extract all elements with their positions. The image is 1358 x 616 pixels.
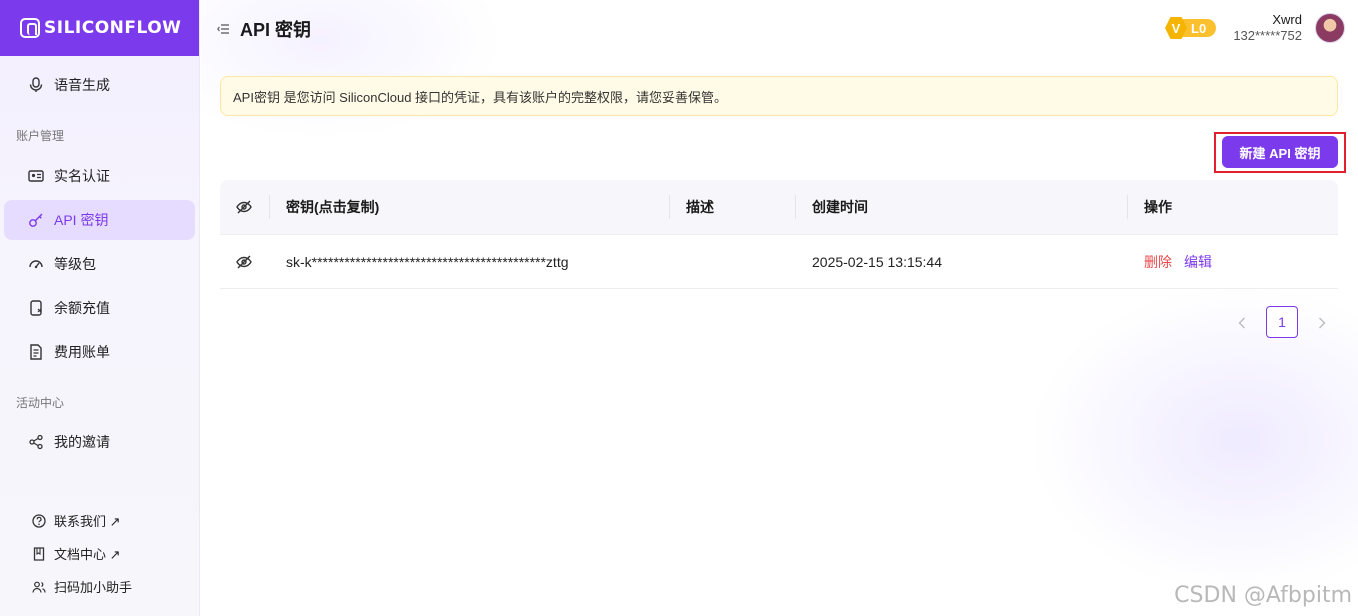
avatar[interactable]: [1315, 13, 1345, 43]
microphone-icon: [28, 77, 44, 93]
pagination-prev-icon[interactable]: [1235, 316, 1249, 330]
edit-key-button[interactable]: 编辑: [1184, 252, 1212, 272]
footer-item-label: 联系我们 ↗: [54, 514, 121, 529]
table-header: 密钥(点击复制) 描述 创建时间 操作: [220, 180, 1338, 234]
column-divider: [795, 195, 796, 219]
level-badge[interactable]: V L0: [1165, 17, 1221, 39]
column-header-key: 密钥(点击复制): [286, 199, 380, 215]
brand-name: SILICONFLOW: [44, 18, 182, 38]
user-name: Xwrd: [1272, 12, 1302, 27]
sidebar-item-recharge[interactable]: 余额充值: [4, 288, 195, 328]
column-header-created: 创建时间: [812, 199, 868, 215]
row-actions: 删除 编辑: [1144, 235, 1212, 288]
footer-item-label: 扫码加小助手: [54, 580, 133, 595]
column-divider: [1127, 195, 1128, 219]
user-phone: 132*****752: [1233, 28, 1302, 43]
api-keys-table: 密钥(点击复制) 描述 创建时间 操作 sk-k****************…: [220, 180, 1338, 289]
sidebar-item-verification[interactable]: 实名认证: [4, 156, 195, 196]
sidebar-item-api-keys[interactable]: API 密钥: [4, 200, 195, 240]
column-divider: [269, 195, 270, 219]
top-bar: API 密钥 V L0 Xwrd 132*****752: [201, 0, 1358, 56]
section-account: 账户管理: [16, 129, 65, 143]
sidebar-item-label: 语音生成: [54, 77, 110, 93]
alert-text: API密钥 是您访问 SiliconCloud 接口的凭证，具有该账户的完整权限…: [233, 89, 728, 105]
key-created-time: 2025-02-15 13:15:44: [812, 253, 942, 270]
help-icon: [32, 513, 46, 528]
sidebar-item-label: 实名认证: [54, 168, 110, 184]
users-icon: [32, 580, 46, 594]
docs-center-link[interactable]: 文档中心 ↗: [32, 544, 121, 563]
sidebar-item-voice[interactable]: 语音生成: [4, 65, 195, 105]
recharge-icon: [28, 300, 44, 316]
book-icon: [32, 546, 46, 561]
info-alert: API密钥 是您访问 SiliconCloud 接口的凭证，具有该账户的完整权限…: [220, 76, 1338, 116]
assistant-qr-link[interactable]: 扫码加小助手: [32, 577, 132, 596]
sidebar-item-label: 我的邀请: [54, 434, 110, 450]
page-title: API 密钥: [240, 20, 312, 40]
column-divider: [669, 195, 670, 219]
api-key-value[interactable]: sk-k************************************…: [286, 235, 569, 288]
pagination-next-icon[interactable]: [1315, 316, 1329, 330]
sidebar: SILICONFLOW 语音生成 账户管理 实名认证 API 密钥 等级包 余额…: [0, 0, 200, 616]
bill-icon: [28, 344, 44, 360]
sidebar-item-label: 等级包: [54, 256, 96, 272]
sidebar-item-level-packs[interactable]: 等级包: [4, 244, 195, 284]
delete-key-button[interactable]: 删除: [1144, 252, 1172, 272]
section-activity: 活动中心: [16, 396, 65, 410]
menu-collapse-icon[interactable]: [217, 22, 229, 34]
create-api-key-button[interactable]: 新建 API 密钥: [1222, 136, 1338, 168]
sidebar-item-label: API 密钥: [54, 212, 109, 228]
contact-us-link[interactable]: 联系我们 ↗: [32, 511, 121, 530]
sidebar-item-label: 余额充值: [54, 300, 110, 316]
toggle-visibility-all-icon[interactable]: [236, 180, 252, 234]
table-row: sk-k************************************…: [220, 234, 1338, 289]
id-card-icon: [28, 168, 44, 184]
key-icon: [28, 212, 44, 228]
column-header-actions: 操作: [1144, 199, 1172, 215]
column-header-description: 描述: [686, 199, 714, 215]
gauge-icon: [28, 256, 44, 272]
toggle-key-visibility-icon[interactable]: [236, 235, 252, 288]
logo-mark-icon: [20, 18, 40, 38]
pagination-page[interactable]: 1: [1266, 306, 1298, 338]
sidebar-item-label: 费用账单: [54, 344, 110, 360]
logo[interactable]: SILICONFLOW: [0, 0, 199, 56]
watermark: CSDN @Afbpitm: [1174, 583, 1352, 608]
main-content: API 密钥 V L0 Xwrd 132*****752 API密钥 是您访问 …: [201, 0, 1358, 616]
sidebar-item-invites[interactable]: 我的邀请: [4, 422, 195, 462]
share-icon: [28, 434, 44, 450]
footer-item-label: 文档中心 ↗: [54, 547, 121, 562]
sidebar-item-billing[interactable]: 费用账单: [4, 332, 195, 372]
